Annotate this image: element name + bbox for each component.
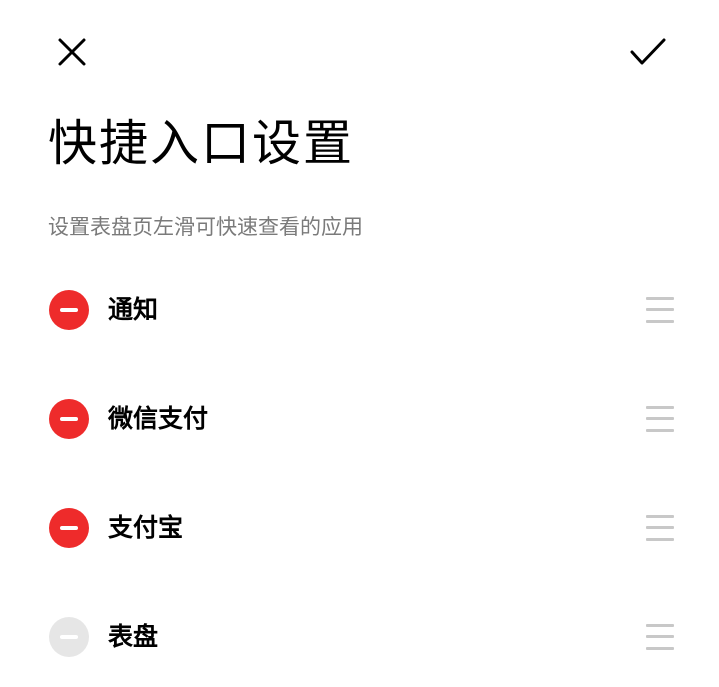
drag-handle-icon[interactable] [646, 296, 674, 323]
item-label: 支付宝 [108, 512, 184, 542]
close-button[interactable] [52, 32, 92, 72]
item-label: 通知 [108, 294, 159, 324]
item-label: 微信支付 [108, 403, 209, 433]
drag-handle-icon[interactable] [646, 514, 674, 541]
drag-handle-icon[interactable] [646, 405, 674, 432]
remove-button[interactable] [49, 289, 89, 330]
remove-button[interactable] [49, 616, 89, 657]
minus-circle-icon [60, 307, 78, 312]
list-item: 微信支付 [0, 364, 719, 473]
minus-circle-icon [60, 525, 78, 530]
page-subtitle: 设置表盘页左滑可快速查看的应用 [48, 215, 363, 239]
shortcut-list: 通知 微信支付 支付宝 表盘 [0, 255, 719, 687]
list-item: 表盘 [0, 582, 719, 687]
drag-handle-icon[interactable] [646, 623, 674, 650]
checkmark-icon [630, 38, 666, 65]
item-label: 表盘 [108, 621, 159, 651]
list-item: 通知 [0, 255, 719, 364]
page-title: 快捷入口设置 [48, 115, 355, 172]
remove-button[interactable] [49, 507, 89, 548]
minus-circle-icon [60, 416, 78, 421]
quick-entry-settings-page: 快捷入口设置 设置表盘页左滑可快速查看的应用 通知 微信支付 支付宝 表盘 [0, 0, 719, 687]
confirm-button[interactable] [628, 32, 668, 72]
list-item: 支付宝 [0, 473, 719, 582]
remove-button[interactable] [49, 398, 89, 439]
close-icon [58, 38, 86, 66]
minus-circle-icon [60, 634, 78, 639]
